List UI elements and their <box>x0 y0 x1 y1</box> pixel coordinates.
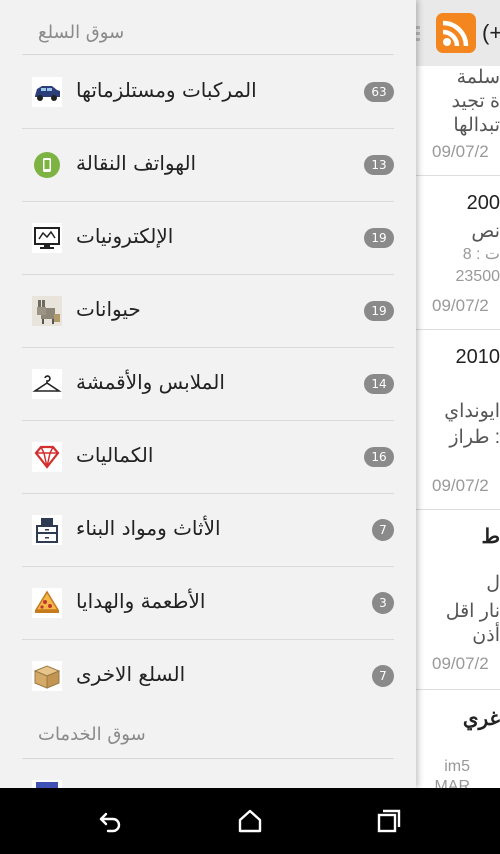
feed-item-text: ة تجيد <box>451 91 500 112</box>
count-badge: 16 <box>364 447 394 467</box>
feed-item-text: سلمة <box>456 67 500 88</box>
action-bar: (+ <box>416 0 500 66</box>
feed-item[interactable]: 200 نص ت : 8 23500 09/07/2 <box>416 176 500 330</box>
mobile-phone-icon <box>32 150 62 180</box>
feed-item-title: ط <box>481 526 500 548</box>
feed-item-date: 09/07/2 <box>432 654 489 673</box>
count-badge: 7 <box>372 519 394 541</box>
category-label: الأثاث ومواد البناء <box>76 516 221 540</box>
recents-icon[interactable] <box>376 808 402 834</box>
home-icon[interactable] <box>237 808 263 834</box>
category-item-other-goods[interactable]: السلع الاخرى 7 <box>22 640 394 713</box>
feed-item[interactable]: غري im5 MAR <box>416 690 500 788</box>
feed-item-text: تبدالها <box>453 115 500 136</box>
category-item-vehicles[interactable]: المركبات ومستلزماتها 63 <box>22 56 394 129</box>
feed-item-text: 23500 <box>455 268 500 285</box>
feed-item-date: 09/07/2 <box>432 296 489 315</box>
count-badge: 3 <box>372 592 394 614</box>
category-item-electronics[interactable]: الإلكترونيات 19 <box>22 202 394 275</box>
section-header-label: سوق الخدمات <box>38 724 146 745</box>
count-badge: 13 <box>364 155 394 175</box>
diamond-icon <box>32 442 62 472</box>
count-badge: 7 <box>372 665 394 687</box>
feed-item-text: ت : 8 <box>462 246 500 263</box>
feed-item-text: نص <box>471 221 500 242</box>
category-label: الإلكترونيات <box>76 224 174 248</box>
pizza-icon <box>32 588 62 618</box>
system-navigation-bar <box>0 788 500 854</box>
divider <box>22 54 394 55</box>
car-icon <box>32 77 62 107</box>
donkey-icon <box>32 296 62 326</box>
feed-item[interactable]: 2010 ايونداي طراز : 09/07/2 <box>416 330 500 510</box>
divider <box>22 758 394 759</box>
rss-feed-icon[interactable] <box>436 13 476 53</box>
category-label: السلع الاخرى <box>76 662 186 686</box>
monitor-icon <box>32 223 62 253</box>
category-item-furniture[interactable]: الأثاث ومواد البناء 7 <box>22 494 394 567</box>
category-label: حيوانات <box>76 297 141 321</box>
furniture-icon <box>32 515 62 545</box>
feed-item-text: im5 <box>444 758 470 775</box>
clothes-hanger-icon <box>32 369 62 399</box>
feed-item-title: 200 <box>466 192 500 214</box>
feed-item-text: MAR <box>434 778 470 788</box>
category-label: الهواتف النقالة <box>76 151 197 175</box>
count-badge: 19 <box>364 228 394 248</box>
category-item-partial[interactable] <box>22 760 394 788</box>
app-title: (+ <box>482 20 500 45</box>
feed-item-text: ايونداي <box>444 401 500 422</box>
section-header-label: سوق السلع <box>38 22 125 43</box>
count-badge: 19 <box>364 301 394 321</box>
category-label: المركبات ومستلزماتها <box>76 78 257 102</box>
box-icon <box>32 661 62 691</box>
service-icon <box>32 780 62 788</box>
category-item-mobile-phones[interactable]: الهواتف النقالة 13 <box>22 129 394 202</box>
category-label: الملابس والأقمشة <box>76 370 225 394</box>
feed-item-title: غري <box>462 708 500 730</box>
category-item-accessories[interactable]: الكماليات 16 <box>22 421 394 494</box>
category-item-clothes[interactable]: الملابس والأقمشة 14 <box>22 348 394 421</box>
feed-item-date: 09/07/2 <box>432 476 489 495</box>
overflow-menu-icon[interactable] <box>416 26 422 42</box>
section-header-goods: سوق السلع <box>22 22 394 43</box>
feed-item-text: طراز : <box>449 427 500 448</box>
feed-item-title: 2010 <box>455 346 500 368</box>
back-icon[interactable] <box>97 808 123 834</box>
category-label: الكماليات <box>76 443 154 467</box>
category-label: الأطعمة والهدايا <box>76 589 206 613</box>
count-badge: 14 <box>364 374 394 394</box>
feed-content: (+ سلمة ة تجيد تبدالها 09/07/2 200 نص ت … <box>416 0 500 788</box>
section-header-services: سوق الخدمات <box>22 724 394 745</box>
count-badge: 63 <box>364 82 394 102</box>
navigation-drawer: سوق السلع المركبات ومستلزماتها 63 الهوات… <box>0 0 416 788</box>
feed-item[interactable]: ط ل نار اقل أذن 09/07/2 <box>416 510 500 690</box>
category-item-food-gifts[interactable]: الأطعمة والهدايا 3 <box>22 567 394 640</box>
category-item-animals[interactable]: حيوانات 19 <box>22 275 394 348</box>
feed-item-text: أذن <box>472 625 500 646</box>
feed-item-text: ل <box>486 573 500 594</box>
feed-item-date: 09/07/2 <box>432 142 489 161</box>
feed-item-text: نار اقل <box>445 601 500 622</box>
feed-item[interactable]: سلمة ة تجيد تبدالها 09/07/2 <box>416 66 500 176</box>
